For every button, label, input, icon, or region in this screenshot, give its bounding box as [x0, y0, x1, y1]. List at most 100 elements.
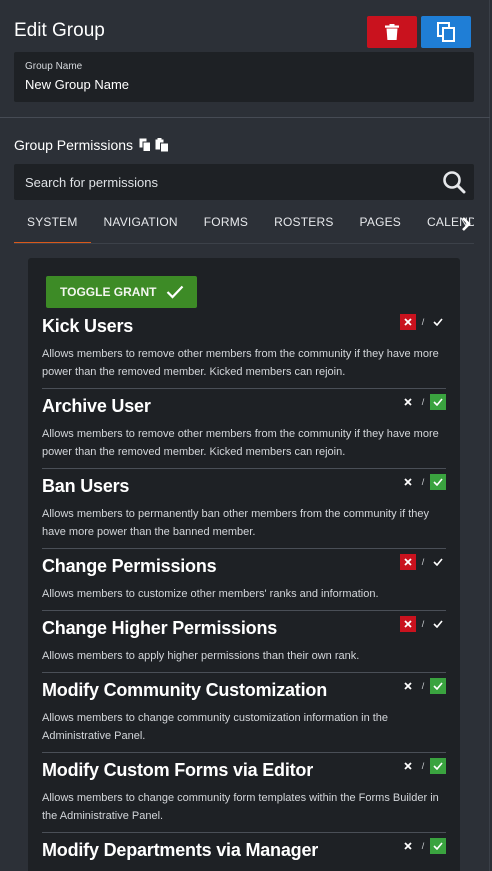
header: Edit Group — [14, 16, 471, 52]
check-icon — [433, 398, 443, 406]
toggle-separator: / — [421, 761, 425, 771]
permission-name: Kick Users — [42, 316, 134, 336]
tab-navigation[interactable]: NAVIGATION — [91, 204, 191, 243]
permission-toggle: / — [400, 394, 446, 410]
x-icon — [404, 682, 412, 690]
deny-toggle[interactable] — [400, 758, 416, 774]
group-permissions-heading: Group Permissions — [14, 137, 170, 153]
check-icon — [167, 285, 184, 299]
group-name-field[interactable]: Group Name New Group Name — [14, 52, 474, 102]
toggle-separator: / — [421, 681, 425, 691]
grant-toggle[interactable] — [429, 394, 446, 410]
permission-name: Archive User — [42, 396, 151, 416]
group-name-value[interactable]: New Group Name — [25, 77, 129, 92]
permission-item: Modify Custom Forms via Editor Allows me… — [42, 760, 444, 825]
check-icon — [433, 682, 443, 690]
toggle-separator: / — [421, 557, 425, 567]
toggle-separator: / — [421, 841, 425, 851]
check-icon — [433, 620, 443, 628]
toggle-grant-button[interactable]: TOGGLE GRANT — [46, 276, 197, 308]
tab-forms[interactable]: FORMS — [191, 204, 261, 243]
permission-tabs: SYSTEM NAVIGATION FORMS ROSTERS PAGES CA… — [14, 204, 474, 244]
check-icon — [433, 558, 443, 566]
permission-description: Allows members to customize other member… — [42, 588, 379, 600]
permission-divider — [42, 752, 446, 753]
x-icon — [404, 398, 412, 406]
tab-pages[interactable]: PAGES — [347, 204, 414, 243]
page-title: Edit Group — [14, 20, 105, 41]
search-icon[interactable] — [442, 170, 466, 194]
section-divider — [0, 117, 490, 118]
edit-group-panel: Edit Group Group Name New Group Name Gro… — [0, 0, 490, 871]
permission-toggle: / — [400, 554, 446, 570]
permission-toggle: / — [400, 838, 446, 854]
permission-name: Change Higher Permissions — [42, 618, 278, 638]
trash-icon — [385, 24, 399, 40]
copy-icon — [437, 22, 455, 42]
paste-permissions-icon[interactable] — [155, 138, 170, 152]
deny-toggle[interactable] — [400, 678, 416, 694]
tab-system[interactable]: SYSTEM — [14, 204, 91, 243]
toggle-grant-label: TOGGLE GRANT — [60, 285, 157, 299]
toggle-separator: / — [421, 317, 425, 327]
x-icon — [404, 762, 412, 770]
permission-name: Modify Community Customization — [42, 680, 327, 700]
copy-group-button[interactable] — [421, 16, 471, 48]
chevron-right-icon[interactable] — [460, 216, 472, 232]
permission-name: Modify Departments via Manager — [42, 840, 319, 860]
permission-search — [14, 164, 474, 200]
permission-divider — [42, 468, 446, 469]
deny-toggle[interactable] — [400, 314, 416, 330]
permission-divider — [42, 832, 446, 833]
deny-toggle[interactable] — [400, 838, 416, 854]
check-icon — [433, 842, 443, 850]
permission-divider — [42, 672, 446, 673]
permission-item: Modify Departments via Manager — [42, 840, 444, 869]
toggle-separator: / — [421, 397, 425, 407]
permission-item: Modify Community Customization Allows me… — [42, 680, 444, 745]
x-icon — [404, 318, 412, 326]
permission-name: Change Permissions — [42, 556, 217, 576]
deny-toggle[interactable] — [400, 554, 416, 570]
grant-toggle[interactable] — [429, 838, 446, 854]
x-icon — [404, 842, 412, 850]
grant-toggle[interactable] — [430, 616, 446, 632]
permission-description: Allows members to remove other members f… — [42, 428, 439, 458]
grant-toggle[interactable] — [430, 554, 446, 570]
permission-item: Change Permissions Allows members to cus… — [42, 556, 444, 603]
permission-toggle: / — [400, 616, 446, 632]
permissions-list: TOGGLE GRANT Kick Users Allows members t… — [28, 258, 460, 871]
toggle-separator: / — [421, 619, 425, 629]
permission-toggle: / — [400, 678, 446, 694]
permission-description: Allows members to remove other members f… — [42, 348, 439, 378]
group-name-label: Group Name — [25, 61, 83, 72]
x-icon — [404, 620, 412, 628]
grant-toggle[interactable] — [429, 758, 446, 774]
permission-item: Archive User Allows members to remove ot… — [42, 396, 444, 461]
grant-toggle[interactable] — [430, 314, 446, 330]
group-permissions-title: Group Permissions — [14, 137, 134, 153]
permission-name: Ban Users — [42, 476, 130, 496]
copy-permissions-icon[interactable] — [139, 138, 152, 152]
permission-divider — [42, 548, 446, 549]
x-icon — [404, 558, 412, 566]
permission-item: Kick Users Allows members to remove othe… — [42, 316, 444, 381]
search-input[interactable] — [14, 164, 434, 200]
permission-description: Allows members to apply higher permissio… — [42, 650, 360, 662]
permission-toggle: / — [400, 758, 446, 774]
grant-toggle[interactable] — [429, 474, 446, 490]
permission-item: Ban Users Allows members to permanently … — [42, 476, 444, 541]
tab-rosters[interactable]: ROSTERS — [261, 204, 346, 243]
delete-group-button[interactable] — [367, 16, 417, 48]
permission-description: Allows members to change community form … — [42, 792, 439, 822]
permission-name: Modify Custom Forms via Editor — [42, 760, 314, 780]
deny-toggle[interactable] — [400, 394, 416, 410]
permission-toggle: / — [400, 314, 446, 330]
permission-description: Allows members to permanently ban other … — [42, 508, 429, 538]
deny-toggle[interactable] — [400, 474, 416, 490]
grant-toggle[interactable] — [429, 678, 446, 694]
deny-toggle[interactable] — [400, 616, 416, 632]
permission-toggle: / — [400, 474, 446, 490]
check-icon — [433, 478, 443, 486]
x-icon — [404, 478, 412, 486]
